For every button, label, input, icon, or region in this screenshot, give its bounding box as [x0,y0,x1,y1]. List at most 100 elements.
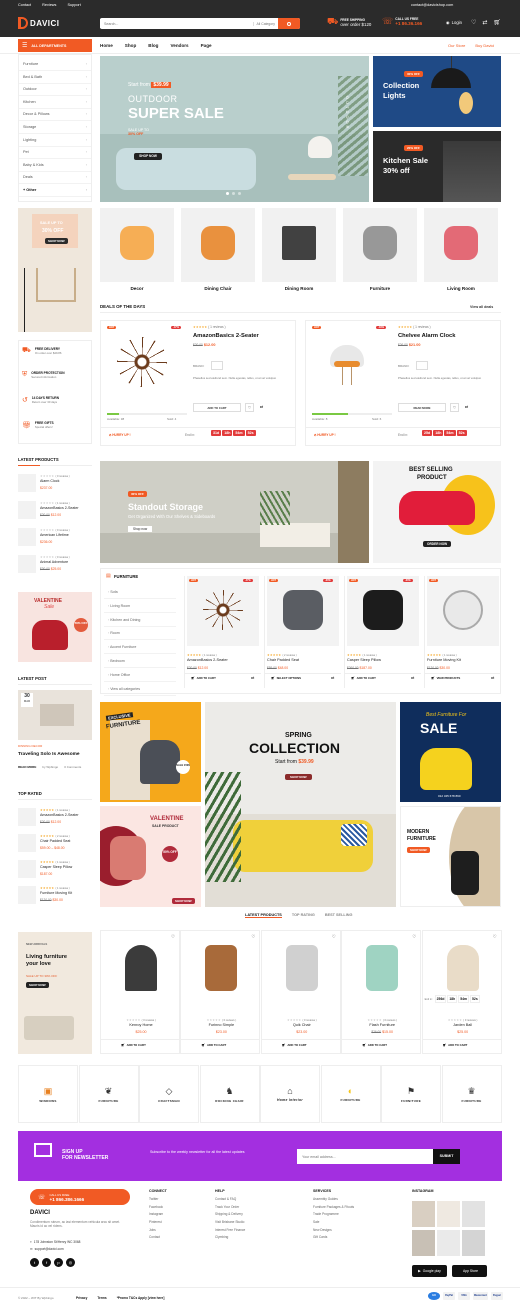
tab-product-card[interactable]: ♡ ★★★★★ ( 0 reviews ) Flash Furniture $2… [341,930,422,1054]
instagram-photo[interactable] [412,1230,435,1256]
add-to-cart-button[interactable]: 🛒︎ ADD TO CART [362,1043,387,1047]
category-tile[interactable]: Dining Room [262,208,336,296]
wishlist-icon[interactable]: ♡ [251,934,255,940]
footer-call-box[interactable]: ☏ CALL US FREE +1 866.386.1666 [30,1189,130,1205]
brand-logo[interactable]: ⌂ Home Interior [260,1065,320,1123]
topbar-link-reviews[interactable]: Reviews [42,3,56,7]
wishlist-icon[interactable]: ♡ [493,934,497,940]
latest-product-item[interactable]: ★★★★★ ( 0 reviews ) American Lifetime $23… [18,526,92,551]
department-item[interactable]: Lighting › [19,135,91,147]
instagram-icon[interactable]: ◎ [66,1258,75,1267]
product-action-button[interactable]: 🛒︎ ADD TO CART [351,676,376,680]
nav-buy-davici[interactable]: Buy Davici [475,43,494,48]
furniture-product-card[interactable]: HOT -30% ★★★★★ ( 1 reviews ) Casper Slee… [344,576,421,688]
top-rated-item[interactable]: ★★★★★ ( 1 reviews ) Casper Sleep Pillow $… [18,858,92,882]
compare-icon[interactable]: ⇄ [491,675,494,680]
living-furniture-banner[interactable]: NEW ARRIVALS Living furniture your love … [18,932,92,1054]
furniture-product-card[interactable]: HOT -47% ★★★★★ ( 1 reviews ) AmazonBasic… [184,576,261,688]
footer-link[interactable]: Track Your Order [215,1205,245,1213]
compare-icon[interactable]: ⇄ [482,19,487,26]
post-name[interactable]: Traveling Solo Is Awesome [18,752,80,757]
tab-product-card[interactable]: ♡ ★★★★★ ( 0 reviews ) Kenroy Home $25.00… [100,930,180,1054]
add-to-cart-button[interactable]: 🛒︎ ADD TO CART [443,1043,468,1047]
tab-product-card[interactable]: ♡ ★★★★★ ( 0 reviews ) Furinno Simple $23… [180,930,261,1054]
valentine-sale-banner[interactable]: VALENTINE SALE PRODUCT 50% OFF SHOP NOW [100,806,201,907]
footer-logo[interactable]: DAVICI [30,1210,50,1216]
add-to-cart-button[interactable]: 🛒︎ ADD TO CART [282,1043,307,1047]
product-action-button[interactable]: 🛒︎ VIEW PRODUCTS [431,676,460,680]
instagram-photo[interactable] [412,1201,435,1227]
add-to-cart-button[interactable]: 🛒︎ ADD TO CART [201,1043,226,1047]
furniture-category-link[interactable]: › Accent Furniture [104,642,176,655]
footer-link[interactable]: Furniture Packages & Fitouts [313,1205,354,1213]
compare-icon[interactable]: ⇄ [462,403,471,412]
furniture-category-link[interactable]: › Kitchen and Dining [104,615,176,627]
footer-link[interactable]: Clymbing [215,1235,245,1243]
brand-logo[interactable]: ♞ ROCKING CHAIR [199,1065,260,1123]
furniture-category-link[interactable]: › Living Room [104,601,176,613]
furniture-product-card[interactable]: HOT ★★★★★ ( 1 reviews ) Furniture Moving… [424,576,501,688]
wishlist-icon[interactable]: ♡ [450,403,459,412]
wishlist-icon[interactable]: ♡ [471,19,476,26]
footer-link[interactable]: Sale [313,1220,354,1228]
footer-link[interactable]: New Designs [313,1228,354,1236]
furniture-category-link[interactable]: › Sofa [104,587,176,599]
category-select[interactable]: All Category [252,21,278,26]
latest-product-item[interactable]: ★★★★★ ( 0 reviews ) Animal Adventure $30.0… [18,553,92,578]
furniture-product-card[interactable]: HOT -30% ★★★★★ ( 2 reviews ) Chair Padde… [264,576,341,688]
storage-shop-button[interactable]: Shop now [128,526,153,532]
add-to-cart-button[interactable]: 🛒︎ ADD TO CART [121,1043,146,1047]
left-promo-banner[interactable]: SALE UP TO 30% OFF SHOP NOW [18,208,92,332]
tab-latest-products[interactable]: LATEST PRODUCTS [245,913,282,918]
department-item[interactable]: Pet › [19,147,91,160]
footer-link[interactable]: Assembly Guides [313,1197,354,1205]
order-now-button[interactable]: ORDER NOW [423,541,452,547]
modern-shop-button[interactable]: SHOP NOW [407,847,430,853]
footer-link[interactable]: Contact & FAQ [215,1197,245,1205]
modern-furniture-banner[interactable]: MODERN FURNITURE SHOP NOW [400,806,501,907]
furniture-category-link[interactable]: › Bedroom [104,656,176,668]
promo-link[interactable]: *Promo T&Cs Apply [view here] [117,1296,165,1300]
footer-link[interactable]: Pinterest [149,1220,167,1228]
google-play-button[interactable]: ▶ Google play [412,1265,447,1277]
department-item[interactable]: + Other › [19,185,91,197]
topbar-email[interactable]: contact@davicishop.com [411,3,453,7]
nav-home[interactable]: Home [100,43,113,48]
newsletter-submit-button[interactable]: SUBMIT [433,1149,460,1164]
login-link[interactable]: ◉ Login [446,20,462,25]
top-rated-item[interactable]: ★★★★★ ( 2 reviews ) Chair Padded Seat $59… [18,832,92,856]
department-item[interactable]: Furniture › [19,59,91,71]
spring-collection-banner[interactable]: SPRING COLLECTION Start from $39.99 SHOP… [205,702,396,907]
search-input[interactable] [100,19,253,28]
newsletter-email-input[interactable] [297,1149,433,1164]
nav-page[interactable]: Page [201,43,212,48]
footer-link[interactable]: Contact [149,1235,167,1243]
product-action-button[interactable]: 🛒︎ ADD TO CART [191,676,216,680]
furniture-category-link[interactable]: › View all categories [104,684,176,696]
banner-kitchen[interactable]: 20% OFF Kitchen Sale 30% off [373,131,501,202]
facebook-icon[interactable]: f [42,1258,51,1267]
spring-shop-button[interactable]: SHOP NOW [285,774,312,780]
wishlist-icon[interactable]: ♡ [332,934,336,940]
living-shop-button[interactable]: SHOP NOW [26,982,49,988]
brand-logo[interactable]: ❦ FURNITURE [78,1065,139,1123]
footer-link[interactable]: Facebook [149,1205,167,1213]
left-promo-button[interactable]: SHOP NOW [45,238,68,244]
cart-icon[interactable]: 🛒︎ [493,19,501,26]
department-item[interactable]: Deals › [19,172,91,185]
footer-link[interactable]: Gift Cards [313,1235,354,1243]
instagram-photo[interactable] [462,1230,485,1256]
wishlist-icon[interactable]: ♡ [171,934,175,940]
footer-link[interactable]: Instagram [149,1212,167,1220]
compare-icon[interactable]: ⇄ [411,675,414,680]
brand-logo[interactable]: ⚑ FURNITURE [381,1065,441,1123]
privacy-link[interactable]: Privacy [76,1296,87,1300]
hero-banner[interactable]: Start from $39.99 OUTDOOR SUPER SALE SAL… [100,56,369,202]
tab-best-selling[interactable]: BEST SELLING [325,913,353,918]
nav-vendors[interactable]: Vendors [170,43,188,48]
brand-logo[interactable]: ◐ FURNITURE [320,1065,381,1123]
hero-shop-button[interactable]: SHOP NOW [134,153,162,160]
category-tile[interactable]: Living Room [424,208,498,296]
exclusive-banner[interactable]: EXCLUSIVE FURNITURE SALE 150$ [100,702,201,802]
brand-logo[interactable]: ▣ WINDOWS [18,1065,78,1123]
